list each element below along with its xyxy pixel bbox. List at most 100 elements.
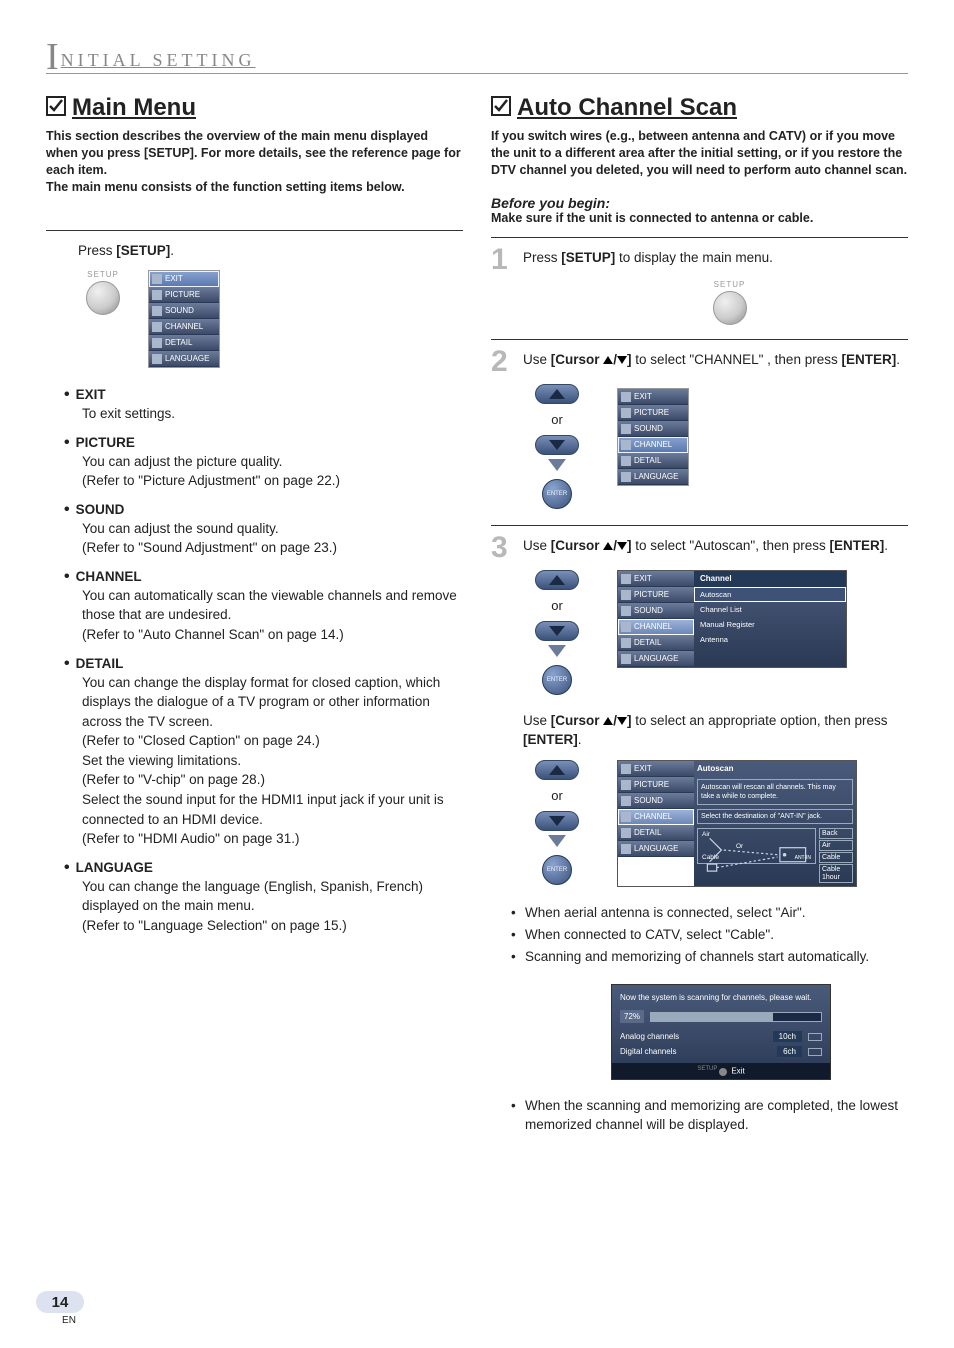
osd-main-menu-channel: EXIT PICTURE SOUND CHANNEL DETAIL LANGUA… xyxy=(617,388,689,486)
setup-button-graphic: SETUP xyxy=(86,270,120,315)
osd-row-selected: CHANNEL xyxy=(618,809,694,825)
before-you-begin-text: Make sure if the unit is connected to an… xyxy=(491,211,908,225)
cursor-up-button xyxy=(535,384,579,404)
autoscan-notes: When aerial antenna is connected, select… xyxy=(511,903,908,968)
analog-label: Analog channels xyxy=(620,1032,679,1041)
setup-circle-icon xyxy=(713,291,747,325)
osd-row-channel: CHANNEL xyxy=(149,319,219,335)
osd-row: EXIT xyxy=(618,389,688,405)
osd-row: PICTURE xyxy=(618,777,694,793)
autoscan-diagram: Air Cable Or ANT-IN xyxy=(697,828,816,864)
divider xyxy=(491,237,908,238)
analog-count: 10ch xyxy=(773,1031,802,1042)
down-arrow-icon xyxy=(548,835,566,847)
tv-icon xyxy=(808,1033,822,1041)
final-note-list: When the scanning and memorizing are com… xyxy=(511,1096,908,1137)
channel-panel-item: Autoscan xyxy=(694,587,846,602)
autoscan-msg2: Select the destination of "ANT-IN" jack. xyxy=(697,809,853,824)
or-label: or xyxy=(551,788,563,803)
cursor-down-icon xyxy=(617,542,627,550)
osd-main-menu: EXIT PICTURE SOUND CHANNEL DETAIL LANGUA… xyxy=(148,270,220,368)
osd-row-picture: PICTURE xyxy=(149,287,219,303)
cursor-up-icon xyxy=(603,717,613,725)
step-1: 1 Press [SETUP] to display the main menu… xyxy=(491,248,908,272)
scan-exit-row: SETUPExit xyxy=(612,1063,830,1079)
step-number-1: 1 xyxy=(491,248,513,272)
channel-panel-item: Manual Register xyxy=(694,617,846,632)
setup-label: SETUP xyxy=(87,270,119,279)
setup-circle-icon xyxy=(86,281,120,315)
cursor-down-button xyxy=(535,435,579,455)
checkbox-icon xyxy=(491,96,511,121)
cursor-up-button xyxy=(535,760,579,780)
note-air: When aerial antenna is connected, select… xyxy=(511,903,908,923)
bullet-channel: •CHANNEL You can automatically scan the … xyxy=(64,568,463,645)
note-cable: When connected to CATV, select "Cable". xyxy=(511,925,908,945)
step-number-3: 3 xyxy=(491,536,513,560)
osd-row: SOUND xyxy=(618,603,694,619)
or-label: or xyxy=(551,412,563,427)
divider xyxy=(46,230,463,231)
osd-channel-submenu: EXIT PICTURE SOUND CHANNEL DETAIL LANGUA… xyxy=(617,570,847,668)
osd-row: LANGUAGE xyxy=(618,651,694,667)
page-number-value: 14 xyxy=(36,1291,84,1313)
right-column: Auto Channel Scan If you switch wires (e… xyxy=(491,84,908,1328)
step-3: 3 Use [Cursor /] to select "Autoscan", t… xyxy=(491,536,908,560)
osd-row-selected: CHANNEL xyxy=(618,437,688,453)
osd-autoscan-panel: EXIT PICTURE SOUND CHANNEL DETAIL LANGUA… xyxy=(617,760,857,888)
note-auto-start: Scanning and memorizing of channels star… xyxy=(511,947,908,967)
bullet-detail: •DETAIL You can change the display forma… xyxy=(64,655,463,849)
main-menu-title: Main Menu xyxy=(72,94,196,122)
page-language: EN xyxy=(54,1315,84,1326)
menu-item-list: •EXIT To exit settings. •PICTURE You can… xyxy=(64,386,463,945)
osd-row: SOUND xyxy=(618,421,688,437)
cursor-up-button xyxy=(535,570,579,590)
setup-button-graphic: SETUP xyxy=(551,280,908,325)
step-3b-text: Use [Cursor /] to select an appropriate … xyxy=(523,711,908,750)
autoscan-msg1: Autoscan will rescan all channels. This … xyxy=(697,779,853,805)
channel-panel-item: Channel List xyxy=(694,602,846,617)
osd-row: DETAIL xyxy=(618,825,694,841)
cursor-up-icon xyxy=(603,542,613,550)
bullet-picture: •PICTURE You can adjust the picture qual… xyxy=(64,434,463,491)
enter-button: ENTER xyxy=(542,855,572,885)
final-note: When the scanning and memorizing are com… xyxy=(511,1096,908,1135)
page-number: 14 EN xyxy=(36,1291,84,1326)
down-arrow-icon xyxy=(548,459,566,471)
osd-row: EXIT xyxy=(618,761,694,777)
osd-row-exit: EXIT xyxy=(149,271,219,287)
step-2: 2 Use [Cursor /] to select "CHANNEL" , t… xyxy=(491,350,908,374)
digital-label: Digital channels xyxy=(620,1047,676,1056)
osd-row: LANGUAGE xyxy=(618,469,688,485)
step-number-2: 2 xyxy=(491,350,513,374)
press-setup-line: Press [SETUP]. xyxy=(78,241,463,261)
osd-row: SOUND xyxy=(618,793,694,809)
cursor-down-icon xyxy=(617,356,627,364)
setup-label: SETUP xyxy=(714,280,746,289)
cursor-up-icon xyxy=(603,356,613,364)
autoscan-side-options: Back Air Cable Cable 1hour xyxy=(819,828,853,883)
osd-row-selected: CHANNEL xyxy=(618,619,694,635)
scan-progress-bar xyxy=(650,1012,822,1022)
bullet-language: •LANGUAGE You can change the language (E… xyxy=(64,859,463,936)
scan-progress-osd: Now the system is scanning for channels,… xyxy=(611,984,831,1080)
osd-row: PICTURE xyxy=(618,587,694,603)
osd-row-sound: SOUND xyxy=(149,303,219,319)
osd-row: EXIT xyxy=(618,571,694,587)
enter-button: ENTER xyxy=(542,665,572,695)
bullet-exit: •EXIT To exit settings. xyxy=(64,386,463,424)
before-you-begin-label: Before you begin: xyxy=(491,195,908,211)
divider xyxy=(491,339,908,340)
osd-row: DETAIL xyxy=(618,635,694,651)
scan-percent: 72% xyxy=(620,1010,644,1023)
osd-row: DETAIL xyxy=(618,453,688,469)
down-arrow-icon xyxy=(548,645,566,657)
auto-scan-intro: If you switch wires (e.g., between anten… xyxy=(491,128,908,179)
cursor-down-icon xyxy=(617,717,627,725)
cursor-down-button xyxy=(535,621,579,641)
bullet-sound: •SOUND You can adjust the sound quality.… xyxy=(64,501,463,558)
header-rest: NITIAL SETTING xyxy=(61,50,256,71)
autoscan-title: Autoscan xyxy=(697,764,853,773)
osd-row: LANGUAGE xyxy=(618,841,694,857)
enter-button: ENTER xyxy=(542,479,572,509)
